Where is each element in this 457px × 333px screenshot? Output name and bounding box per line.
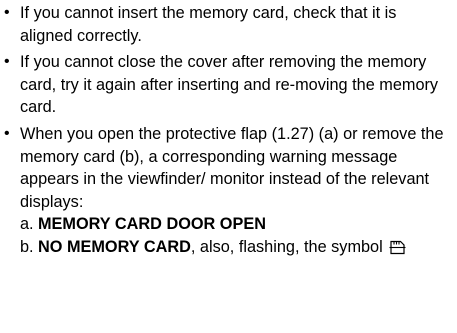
bullet-list: • If you cannot insert the memory card, … [0, 2, 457, 262]
memory-card-icon [389, 239, 406, 262]
bullet-item-close-cover: • If you cannot close the cover after re… [0, 51, 457, 119]
sub-item-door-open: a. MEMORY CARD DOOR OPEN [20, 213, 451, 236]
bullet-item-warning-message: • When you open the protective flap (1.2… [0, 123, 457, 262]
bullet-marker: • [4, 4, 10, 21]
bullet-text: When you open the protective flap (1.27)… [20, 124, 444, 211]
manual-page: • If you cannot insert the memory card, … [0, 0, 457, 333]
bullet-text: If you cannot close the cover after remo… [20, 53, 439, 117]
sub-item-no-card: b. NO MEMORY CARD, also, flashing, the s… [20, 236, 451, 262]
bullet-item-insert-card: • If you cannot insert the memory card, … [0, 2, 457, 47]
warning-message-rest: , also, flashing, the symbol [190, 237, 383, 256]
sub-item-letter: a. [20, 215, 34, 234]
warning-message-text: NO MEMORY CARD [38, 237, 191, 256]
bullet-marker: • [4, 53, 10, 71]
bullet-marker: • [4, 124, 10, 142]
warning-sub-list: a. MEMORY CARD DOOR OPEN b. NO MEMORY CA… [20, 213, 451, 261]
bullet-text: If you cannot insert the memory card, ch… [20, 4, 397, 45]
sub-item-letter: b. [20, 237, 34, 256]
warning-message-text: MEMORY CARD DOOR OPEN [38, 215, 266, 234]
